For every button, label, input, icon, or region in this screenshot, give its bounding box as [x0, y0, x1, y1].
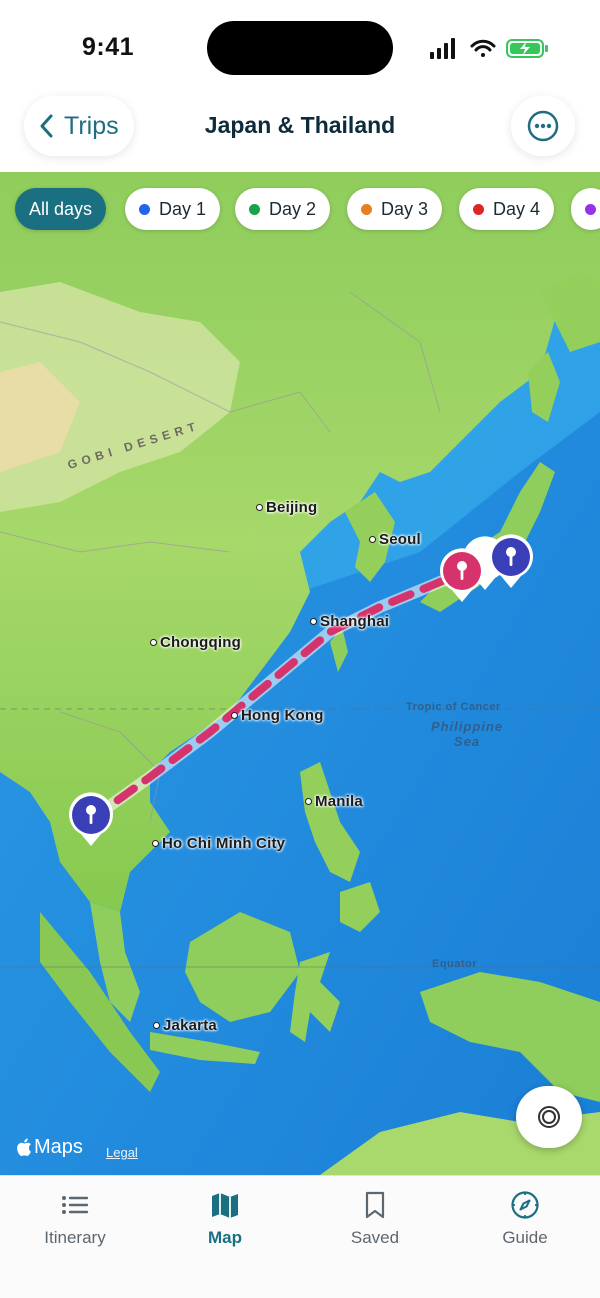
chip-label: Day 2	[269, 198, 317, 219]
chip-label: All days	[29, 198, 93, 219]
chip-day-5[interactable]	[571, 188, 600, 230]
tab-label: Itinerary	[44, 1228, 106, 1247]
chip-day-2[interactable]: Day 2	[235, 188, 331, 230]
more-options-button[interactable]	[511, 96, 575, 156]
list-icon	[62, 1196, 89, 1214]
signal-icon	[430, 38, 455, 59]
city-label: Manila	[305, 793, 363, 810]
city-label: Hong Kong	[231, 707, 324, 724]
tab-label: Guide	[502, 1228, 548, 1247]
day-filter-bar: All days Day 1 Day 2 Day 3 Day 4	[0, 188, 600, 232]
chip-all-days[interactable]: All days	[15, 188, 107, 230]
ellipsis-circle-icon	[527, 110, 559, 142]
chip-label: Day 3	[381, 198, 429, 219]
equator-label: Equator	[432, 958, 478, 970]
tab-map[interactable]: Map	[150, 1190, 300, 1248]
chip-label: Day 1	[159, 198, 207, 219]
tab-label: Saved	[350, 1228, 400, 1247]
chip-day-1[interactable]: Day 1	[125, 188, 221, 230]
tropic-label: Tropic of Cancer	[406, 701, 501, 713]
chip-day-4[interactable]: Day 4	[459, 188, 555, 230]
day-color-dot	[249, 203, 260, 215]
city-label: Ho Chi Minh City	[152, 835, 285, 852]
tab-label: Map	[208, 1228, 242, 1247]
tab-itinerary[interactable]: Itinerary	[0, 1190, 150, 1248]
status-icons	[430, 38, 548, 59]
navigation-bar: Trips Japan & Thailand	[0, 92, 600, 172]
maps-attribution: Maps	[16, 1136, 83, 1159]
day-color-dot	[139, 203, 150, 215]
city-label: Beijing	[256, 499, 317, 516]
chip-day-3[interactable]: Day 3	[347, 188, 443, 230]
compass-icon	[511, 1191, 539, 1219]
location-pin-icon[interactable]	[486, 532, 536, 590]
status-time: 9:41	[82, 33, 135, 61]
dynamic-island	[207, 21, 393, 75]
city-label: Chongqing	[150, 634, 241, 651]
page-title: Japan & Thailand	[204, 112, 396, 138]
map-icon	[212, 1193, 238, 1218]
day-color-dot	[473, 203, 484, 215]
day-color-dot	[361, 203, 372, 215]
location-pin-icon[interactable]	[437, 546, 487, 604]
tab-guide[interactable]: Guide	[450, 1190, 600, 1248]
city-label: Seoul	[369, 531, 421, 548]
city-label: Shanghai	[310, 613, 389, 630]
map-base	[0, 172, 600, 1175]
legal-link[interactable]: Legal	[106, 1145, 138, 1160]
chip-label: Day 4	[493, 198, 541, 219]
city-label: Jakarta	[153, 1017, 217, 1034]
bookmark-icon	[365, 1191, 385, 1219]
location-pin-icon[interactable]	[66, 790, 116, 848]
maps-wordmark: Maps	[34, 1136, 83, 1158]
map-view[interactable]: All days Day 1 Day 2 Day 3 Day 4 GOBI DE…	[0, 172, 600, 1175]
tab-saved[interactable]: Saved	[300, 1190, 450, 1248]
day-color-dot	[585, 203, 596, 215]
wifi-icon	[470, 39, 496, 57]
apple-logo-icon	[17, 1138, 31, 1157]
tab-bar: Itinerary Map Saved Guide	[0, 1175, 600, 1298]
battery-icon	[506, 39, 548, 58]
recenter-button[interactable]	[516, 1086, 582, 1148]
status-bar: 9:41	[0, 0, 600, 92]
target-icon	[538, 1106, 560, 1128]
sea-label: Philippine Sea	[430, 719, 504, 749]
